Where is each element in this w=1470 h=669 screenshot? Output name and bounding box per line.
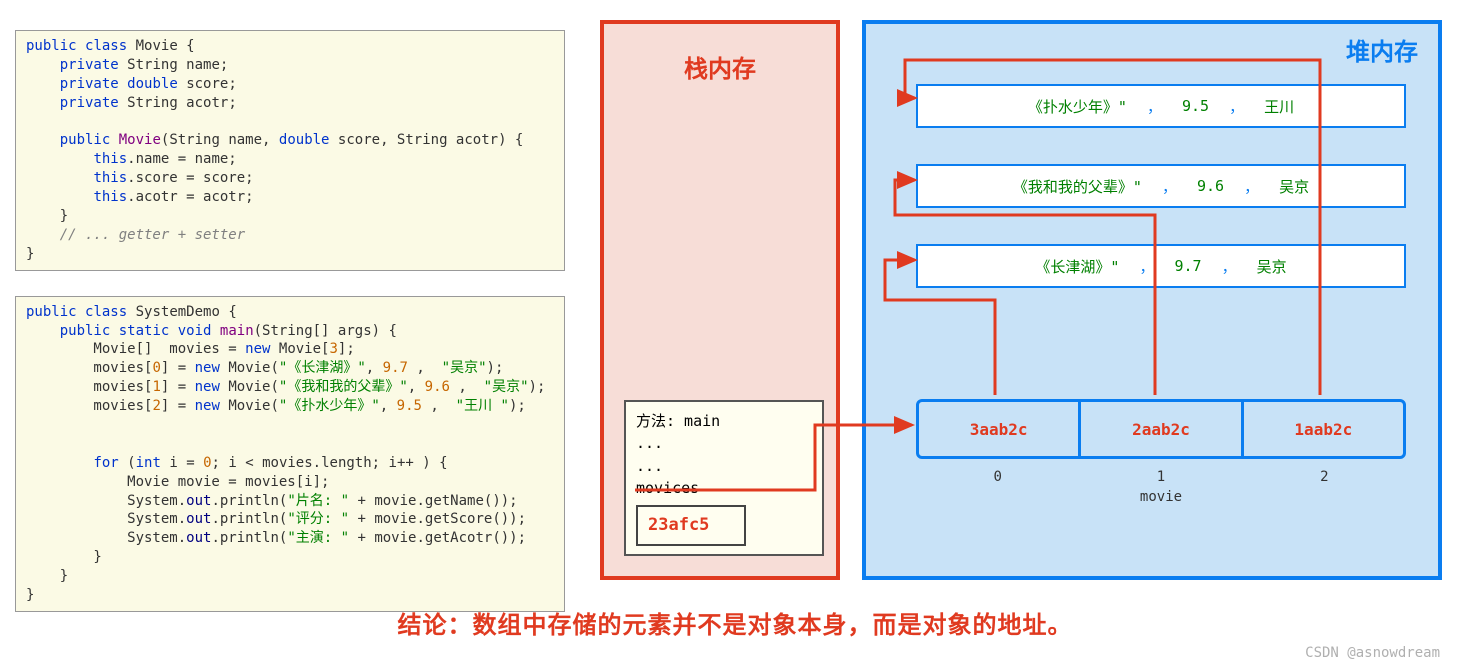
heap-array: 3aab2c 2aab2c 1aab2c [916, 399, 1406, 459]
array-var-name: movie [916, 489, 1406, 505]
array-index-row: 0 1 2 [916, 469, 1406, 485]
array-cell-1: 2aab2c [1078, 402, 1240, 456]
code-box-movie: public class Movie { private String name… [15, 30, 565, 271]
stack-dots: ... [636, 432, 812, 455]
stack-method: 方法: main [636, 410, 812, 433]
stack-addr: 23afc5 [636, 505, 746, 547]
code-box-systemdemo: public class SystemDemo { public static … [15, 296, 565, 612]
stack-dots2: ... [636, 455, 812, 478]
heap-object-1: 《扑水少年》"， 9.5， 王川 [916, 84, 1406, 128]
heap-object-3: 《长津湖》"， 9.7， 吴京 [916, 244, 1406, 288]
array-cell-0: 3aab2c [919, 402, 1078, 456]
watermark: CSDN @asnowdream [1305, 645, 1440, 661]
conclusion-text: 结论：数组中存储的元素并不是对象本身，而是对象的地址。 [0, 605, 1470, 640]
stack-memory-box: 栈内存 方法: main ... ... movices 23afc5 [600, 20, 840, 580]
heap-memory-box: 堆内存 《扑水少年》"， 9.5， 王川 《我和我的父辈》"， 9.6， 吴京 … [862, 20, 1442, 580]
stack-var: movices [636, 477, 812, 500]
stack-frame: 方法: main ... ... movices 23afc5 [624, 400, 824, 557]
array-cell-2: 1aab2c [1241, 402, 1403, 456]
stack-title: 栈内存 [604, 49, 836, 84]
heap-object-2: 《我和我的父辈》"， 9.6， 吴京 [916, 164, 1406, 208]
heap-title: 堆内存 [1346, 32, 1418, 67]
code-column: public class Movie { private String name… [15, 30, 565, 637]
